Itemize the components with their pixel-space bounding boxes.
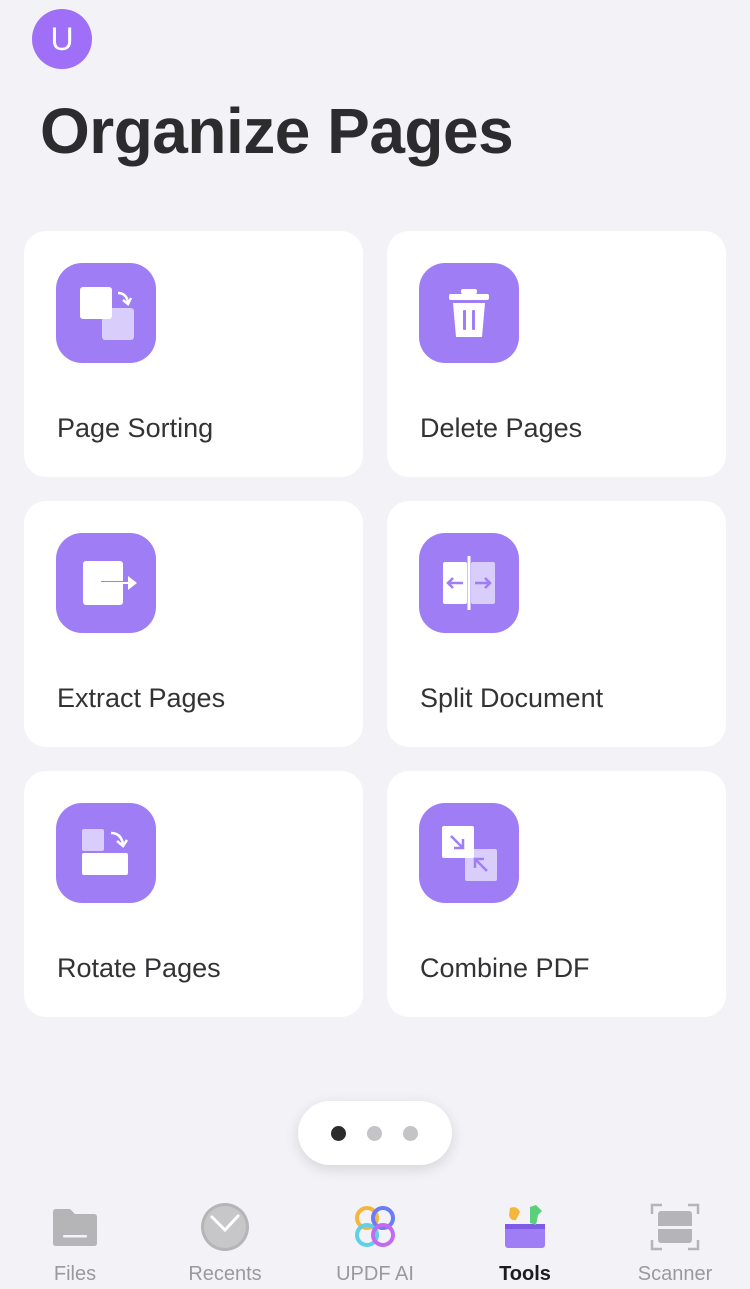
tool-label: Extract Pages — [57, 683, 226, 713]
tool-card-split-document[interactable]: Split Document — [387, 501, 726, 747]
page-dot-3[interactable] — [403, 1126, 418, 1141]
combine-pdf-icon — [419, 803, 519, 903]
tab-updf-ai[interactable]: UPDF AI — [300, 1190, 450, 1289]
tool-card-delete-pages[interactable]: Delete Pages — [387, 231, 726, 477]
tool-label: Delete Pages — [420, 413, 583, 443]
tool-card-rotate-pages[interactable]: Rotate Pages — [24, 771, 363, 1017]
extract-pages-icon — [56, 533, 156, 633]
tool-card-page-sorting[interactable]: Page Sorting — [24, 231, 363, 477]
clock-icon — [200, 1202, 250, 1252]
tool-card-combine-pdf[interactable]: Combine PDF — [387, 771, 726, 1017]
page-dot-2[interactable] — [367, 1126, 382, 1141]
tab-files[interactable]: Files — [0, 1190, 150, 1289]
page-dot-1[interactable] — [331, 1126, 346, 1141]
tab-label: Scanner — [637, 1263, 713, 1285]
tab-label: Recents — [188, 1263, 262, 1285]
tab-scanner[interactable]: Scanner — [600, 1190, 750, 1289]
page-indicator[interactable] — [298, 1101, 452, 1165]
page-title: Organize Pages — [40, 95, 514, 167]
tool-label: Split Document — [420, 683, 604, 713]
tool-label: Combine PDF — [420, 953, 590, 983]
tab-recents[interactable]: Recents — [150, 1190, 300, 1289]
avatar[interactable]: U — [32, 9, 92, 69]
split-document-icon — [419, 533, 519, 633]
page-sorting-icon — [56, 263, 156, 363]
scanner-icon — [650, 1202, 700, 1252]
tab-tools[interactable]: Tools — [450, 1190, 600, 1289]
trash-icon — [419, 263, 519, 363]
tab-bar: Files Recents UPDF AI Tools Scanner — [0, 1190, 750, 1289]
rotate-pages-icon — [56, 803, 156, 903]
tool-card-extract-pages[interactable]: Extract Pages — [24, 501, 363, 747]
updf-ai-icon — [350, 1202, 400, 1252]
tab-label: UPDF AI — [336, 1263, 414, 1285]
tool-label: Page Sorting — [57, 413, 214, 443]
toolbox-icon — [500, 1202, 550, 1252]
folder-icon — [50, 1202, 100, 1252]
tool-label: Rotate Pages — [57, 953, 221, 983]
tab-label: Files — [53, 1263, 97, 1285]
tab-label: Tools — [499, 1263, 551, 1285]
